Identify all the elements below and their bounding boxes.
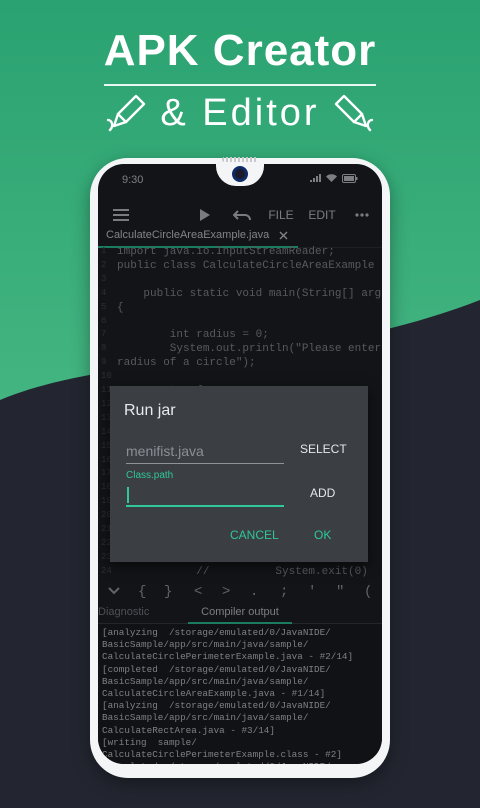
classpath-label: Class.path	[126, 470, 174, 481]
dialog-title: Run jar	[124, 402, 176, 419]
cancel-button[interactable]: CANCEL	[230, 528, 279, 542]
select-button[interactable]: SELECT	[300, 442, 347, 456]
text-cursor	[127, 487, 129, 503]
run-jar-dialog: Run jar menifist.java SELECT Class.path …	[110, 386, 368, 562]
classpath-field-wrap	[126, 483, 284, 507]
hero-divider	[104, 84, 376, 86]
ok-button[interactable]: OK	[314, 528, 331, 542]
phone-speaker	[222, 157, 258, 162]
hero-subtitle-row: & Editor	[0, 88, 480, 138]
app-screen: 9:30 FILE EDIT CalculateCircleAreaExampl…	[98, 164, 382, 764]
classpath-input[interactable]	[126, 483, 284, 505]
hero-subtitle: & Editor	[160, 91, 320, 134]
front-camera	[232, 166, 248, 182]
jar-file-field[interactable]: menifist.java	[126, 438, 284, 464]
pen-nib-right-icon	[334, 94, 373, 132]
add-button[interactable]: ADD	[310, 486, 335, 500]
hero-title: APK Creator	[103, 26, 377, 75]
pen-nib-left-icon	[107, 94, 146, 132]
